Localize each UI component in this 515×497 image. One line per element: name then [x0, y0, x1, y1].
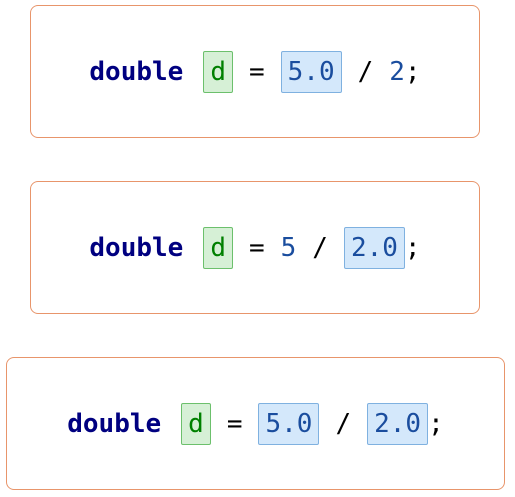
right-operand-int-literal: 2: [389, 56, 405, 87]
divide-operator: /: [335, 408, 352, 439]
code-example-panel-3: double d = 5.0 / 2.0 ;: [6, 357, 505, 490]
variable-name: d: [203, 50, 233, 93]
code-example-panel-2: double d = 5 / 2.0 ;: [30, 181, 480, 314]
semicolon: ;: [428, 408, 444, 439]
code-line: double d = 5.0 / 2.0 ;: [67, 402, 444, 445]
left-operand-double-literal: 5.0: [280, 50, 342, 93]
left-operand-int-literal: 5: [280, 232, 297, 263]
semicolon: ;: [404, 56, 421, 87]
divide-operator: /: [357, 56, 374, 87]
code-line: double d = 5 / 2.0 ;: [89, 226, 421, 269]
variable-name: d: [203, 226, 233, 269]
variable-name: d: [181, 402, 211, 445]
code-line: double d = 5.0 / 2 ;: [89, 50, 421, 93]
semicolon: ;: [404, 232, 421, 263]
divide-operator: /: [312, 232, 328, 263]
assign-operator: =: [248, 56, 265, 87]
left-operand-double-literal: 5.0: [258, 402, 320, 445]
type-keyword: double: [67, 408, 162, 439]
assign-operator: =: [226, 408, 243, 439]
right-operand-double-literal: 2.0: [367, 402, 429, 445]
code-example-panel-1: double d = 5.0 / 2 ;: [30, 5, 480, 138]
assign-operator: =: [248, 232, 265, 263]
type-keyword: double: [89, 232, 184, 263]
right-operand-double-literal: 2.0: [343, 226, 405, 269]
type-keyword: double: [89, 56, 184, 87]
